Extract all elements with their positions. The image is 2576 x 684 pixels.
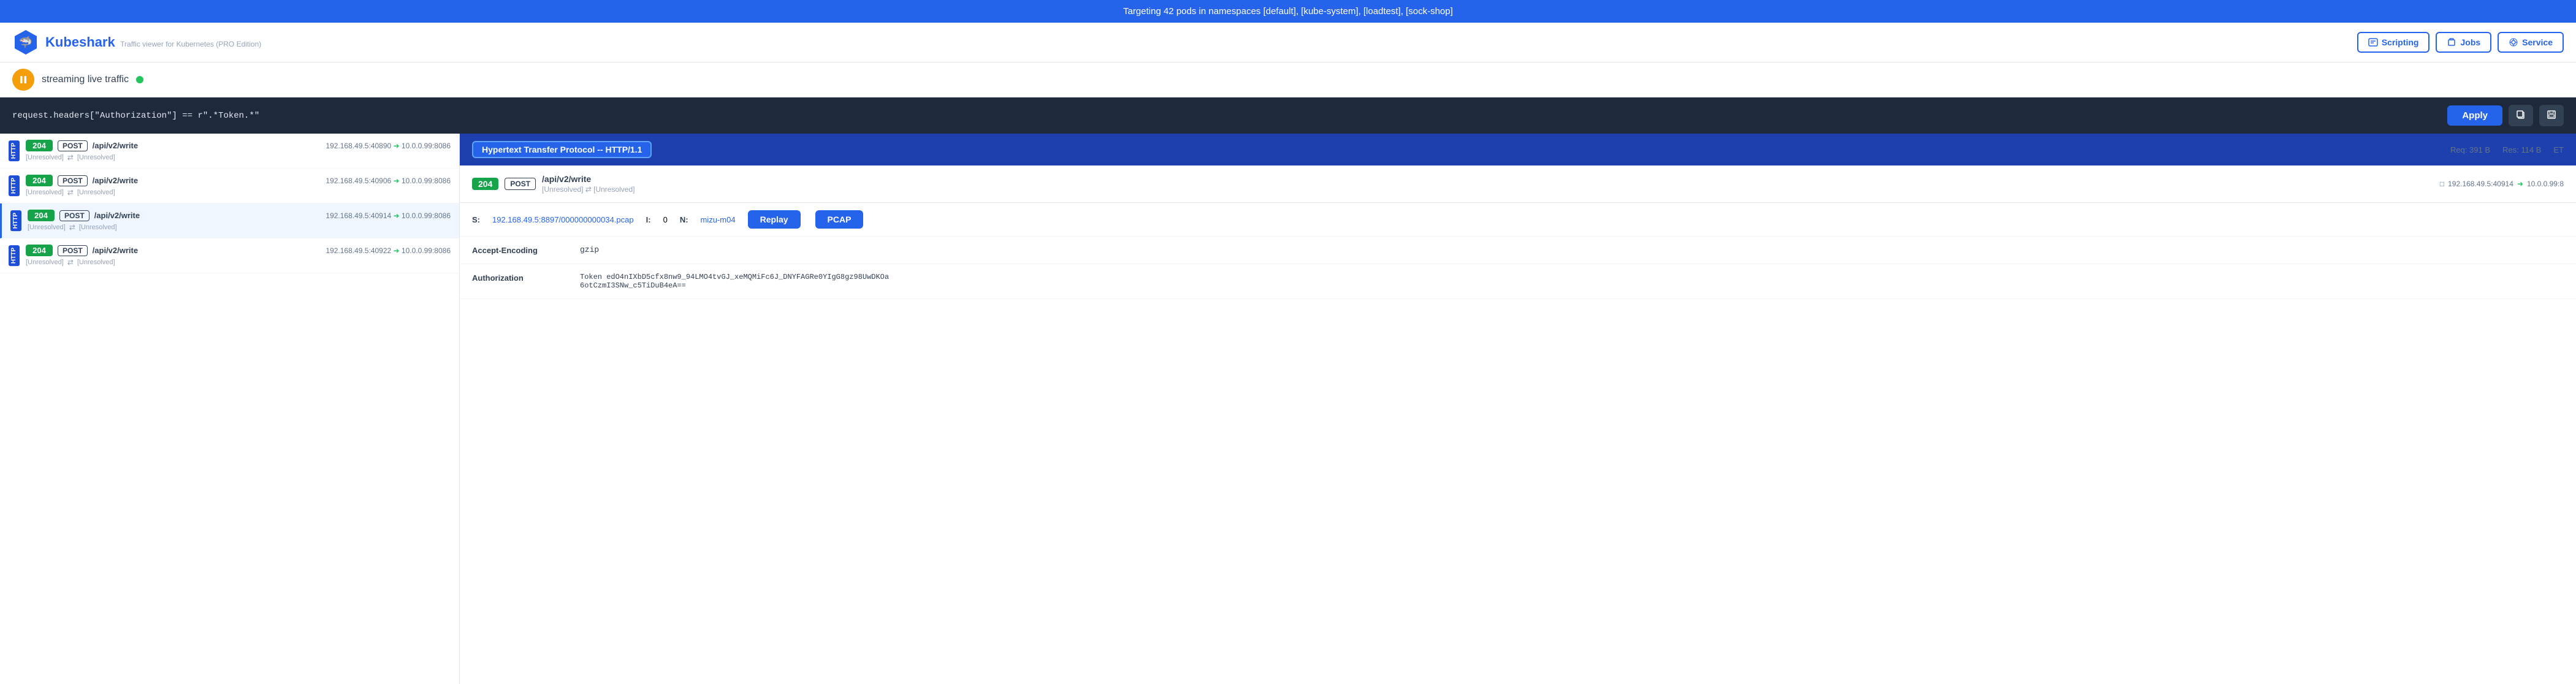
traffic-item-selected[interactable]: HTTP 204 POST /api/v2/write 192.168.49.5… (0, 203, 459, 238)
jobs-button[interactable]: Jobs (2436, 32, 2491, 53)
banner-text: Targeting 42 pods in namespaces [default… (1123, 6, 1453, 17)
src-resolve: [Unresolved] (26, 154, 64, 161)
endpoint: /api/v2/write (93, 141, 138, 150)
pause-icon (20, 75, 27, 84)
scripting-icon (2368, 37, 2378, 47)
detail-source-row: S: 192.168.49.5:8897/000000000034.pcap I… (460, 203, 2576, 237)
jobs-icon (2447, 37, 2456, 47)
save-icon (2547, 110, 2556, 120)
entry-resolve: [Unresolved] ⇄ [Unresolved] (542, 185, 634, 194)
i-label: I: (646, 215, 651, 224)
s-label: S: (472, 215, 480, 224)
status-badge: 204 (26, 140, 53, 151)
header-name-auth: Authorization (472, 273, 570, 283)
scripting-button[interactable]: Scripting (2357, 32, 2430, 53)
endpoint: /api/v2/write (93, 176, 138, 185)
dst-resolve: [Unresolved] (77, 259, 115, 266)
traffic-list: HTTP 204 POST /api/v2/write 192.168.49.5… (0, 134, 460, 684)
method-badge: POST (58, 245, 88, 256)
entry-endpoint: /api/v2/write (542, 174, 634, 184)
traffic-item[interactable]: HTTP 204 POST /api/v2/write 192.168.49.5… (0, 134, 459, 169)
src-resolve: [Unresolved] (26, 259, 64, 266)
traffic-item[interactable]: HTTP 204 POST /api/v2/write 192.168.49.5… (0, 238, 459, 273)
detail-entry: 204 POST /api/v2/write [Unresolved] ⇄ [U… (460, 165, 2576, 203)
header-value-accept: gzip (580, 245, 599, 254)
pcap-button[interactable]: PCAP (815, 210, 864, 229)
ip-route: 192.168.49.5:40890 ➜ 10.0.0.99:8086 (326, 142, 451, 150)
entry-method: POST (505, 178, 536, 190)
apply-button[interactable]: Apply (2447, 105, 2502, 126)
status-indicator (136, 76, 143, 83)
endpoint: /api/v2/write (93, 246, 138, 255)
protocol-badge: HTTP (10, 210, 21, 231)
header-authorization: Authorization Token edO4nIXbD5cfx8nw9_94… (460, 264, 2576, 299)
app-header: 🦈 Kubeshark Traffic viewer for Kubernete… (0, 23, 2576, 63)
status-badge: 204 (26, 245, 53, 256)
ip-route: 192.168.49.5:40914 ➜ 10.0.0.99:8086 (326, 211, 451, 220)
header-value-auth: Token edO4nIXbD5cfx8nw9_94LMO4tvGJ_xeMQM… (580, 273, 889, 290)
copy-icon (2516, 110, 2526, 120)
req-size: Req: 391 B (2450, 145, 2490, 154)
pcap-link[interactable]: 192.168.49.5:8897/000000000034.pcap (492, 215, 634, 224)
method-badge: POST (59, 210, 90, 221)
streaming-label: streaming live traffic (42, 74, 129, 85)
detail-header: Hypertext Transfer Protocol -- HTTP/1.1 … (460, 134, 2576, 165)
filter-code[interactable]: request.headers["Authorization"] == r".*… (12, 111, 2441, 121)
endpoint: /api/v2/write (94, 211, 140, 220)
res-size: Res: 114 B (2502, 145, 2541, 154)
logo-area: 🦈 Kubeshark Traffic viewer for Kubernete… (12, 29, 261, 56)
ip-route: 192.168.49.5:40922 ➜ 10.0.0.99:8086 (326, 246, 451, 255)
status-badge: 204 (26, 175, 53, 186)
req-res-sizes: Req: 391 B Res: 114 B ET (2450, 145, 2564, 154)
n-label: N: (680, 215, 688, 224)
protocol-badge: HTTP (9, 140, 20, 161)
status-badge: 204 (28, 210, 55, 221)
et-label: ET (2553, 145, 2564, 154)
toolbar: streaming live traffic (0, 63, 2576, 97)
targeting-banner: Targeting 42 pods in namespaces [default… (0, 0, 2576, 23)
protocol-title: Hypertext Transfer Protocol -- HTTP/1.1 (472, 141, 652, 158)
service-button[interactable]: Service (2498, 32, 2564, 53)
dst-resolve: [Unresolved] (77, 154, 115, 161)
replay-button[interactable]: Replay (748, 210, 801, 229)
svg-text:🦈: 🦈 (19, 36, 32, 48)
method-badge: POST (58, 175, 88, 186)
save-filter-button[interactable] (2539, 105, 2564, 126)
protocol-badge: HTTP (9, 245, 20, 266)
i-value: 0 (663, 215, 668, 224)
src-resolve: [Unresolved] (26, 189, 64, 196)
header-buttons: Scripting Jobs Service (2357, 32, 2564, 53)
filter-bar: request.headers["Authorization"] == r".*… (0, 97, 2576, 134)
traffic-item[interactable]: HTTP 204 POST /api/v2/write 192.168.49.5… (0, 169, 459, 203)
n-value: mizu-m04 (701, 215, 736, 224)
ip-route: 192.168.49.5:40906 ➜ 10.0.0.99:8086 (326, 177, 451, 185)
dst-resolve: [Unresolved] (77, 189, 115, 196)
entry-ip-route: □ 192.168.49.5:40914 ➜ 10.0.0.99:8 (2440, 180, 2564, 188)
copy-filter-button[interactable] (2509, 105, 2533, 126)
service-icon (2509, 37, 2518, 47)
method-badge: POST (58, 140, 88, 151)
main-content: HTTP 204 POST /api/v2/write 192.168.49.5… (0, 134, 2576, 684)
dst-resolve: [Unresolved] (79, 224, 117, 231)
protocol-badge: HTTP (9, 175, 20, 196)
detail-panel: Hypertext Transfer Protocol -- HTTP/1.1 … (460, 134, 2576, 684)
pause-button[interactable] (12, 69, 34, 91)
logo-icon: 🦈 (12, 29, 39, 56)
app-name: Kubeshark (45, 34, 115, 50)
app-subtitle: Traffic viewer for Kubernetes (PRO Editi… (120, 40, 261, 48)
entry-status: 204 (472, 178, 498, 190)
header-accept-encoding: Accept-Encoding gzip (460, 237, 2576, 264)
header-name-accept: Accept-Encoding (472, 245, 570, 255)
src-resolve: [Unresolved] (28, 224, 66, 231)
